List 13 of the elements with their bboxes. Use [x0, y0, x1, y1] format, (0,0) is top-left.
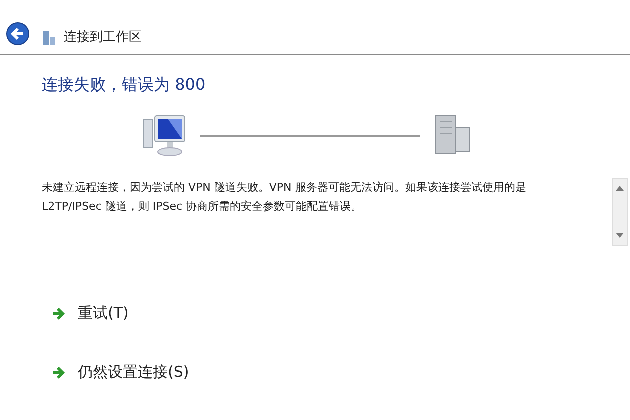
- command-link[interactable]: 仍然设置连接(S): [52, 363, 630, 382]
- arrow-icon: [52, 306, 66, 320]
- network-icon: [42, 30, 56, 46]
- error-message: 未建立远程连接，因为尝试的 VPN 隧道失败。VPN 服务器可能无法访问。如果该连接尝试使用的是 L2TP/IPSec 隧道，则 IPSec 协商所需的安全参数可能配置错误。: [42, 180, 528, 215]
- scroll-down-icon[interactable]: [616, 233, 624, 239]
- scroll-up-icon[interactable]: [616, 185, 624, 191]
- back-button[interactable]: [6, 22, 30, 46]
- command-link[interactable]: 重试(T): [52, 304, 630, 323]
- error-heading: 连接失败，错误为 800: [42, 75, 207, 96]
- window-title: 连接到工作区: [64, 29, 142, 46]
- arrow-icon: [52, 366, 66, 380]
- computer-icon: [142, 114, 188, 158]
- scrollbar[interactable]: [612, 178, 628, 246]
